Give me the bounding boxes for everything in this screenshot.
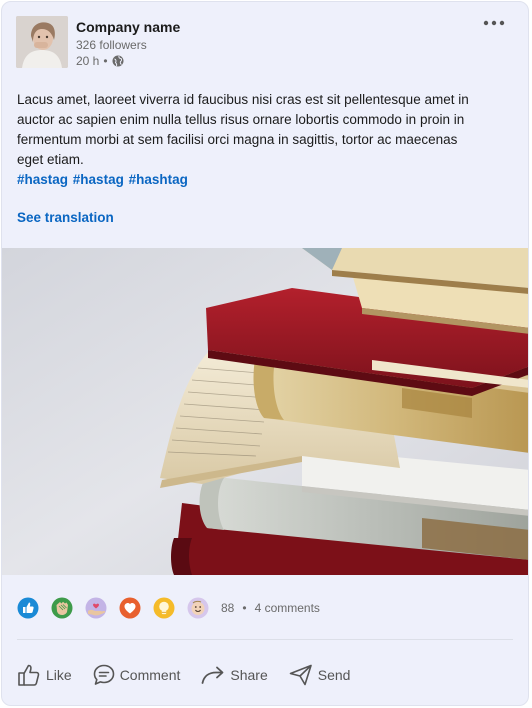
funny-icon: [187, 597, 209, 619]
like-icon: [17, 597, 39, 619]
reaction-count[interactable]: 88: [221, 601, 234, 615]
avatar-portrait-icon: [16, 16, 68, 68]
share-arrow-icon: [201, 666, 224, 684]
reactions-separator: •: [242, 601, 247, 615]
company-avatar[interactable]: [16, 16, 68, 68]
globe-icon: [112, 55, 124, 67]
hashtag-link[interactable]: #hastag: [73, 172, 124, 187]
celebrate-icon: [51, 597, 73, 619]
more-options-button[interactable]: [482, 16, 508, 32]
send-button[interactable]: Send: [288, 663, 351, 687]
reactions-summary[interactable]: 88 • 4 comments: [17, 596, 320, 620]
love-icon: [119, 597, 141, 619]
meta-separator: •: [103, 54, 108, 68]
like-button[interactable]: Like: [16, 663, 72, 687]
post-time: 20 h: [76, 54, 100, 68]
post-image[interactable]: [2, 248, 528, 575]
share-label: Share: [230, 667, 268, 683]
comment-button[interactable]: Comment: [92, 663, 181, 687]
post-body-text: Lacus amet, laoreet viverra id faucibus …: [17, 92, 469, 167]
more-horizontal-icon: [483, 20, 505, 26]
send-icon: [289, 664, 312, 686]
hashtag-link[interactable]: #hastag: [17, 172, 68, 187]
thumbs-up-icon: [18, 664, 40, 686]
share-button[interactable]: Share: [200, 663, 268, 687]
post-card: Company name 326 followers 20 h • Lacus …: [1, 1, 529, 706]
post-header: Company name 326 followers 20 h •: [16, 16, 514, 70]
hashtag-list: #hastag #hastag #hashtag: [17, 170, 189, 190]
like-label: Like: [46, 667, 72, 683]
post-actions-bar: Like Comment Share Send: [16, 660, 514, 690]
hashtag-link[interactable]: #hashtag: [129, 172, 188, 187]
books-stack-image: [2, 248, 528, 575]
send-label: Send: [317, 667, 351, 683]
company-name[interactable]: Company name: [76, 19, 180, 35]
comment-icon: [93, 664, 114, 685]
comment-label: Comment: [119, 667, 181, 683]
see-translation-link[interactable]: See translation: [17, 210, 114, 225]
comments-count[interactable]: 4 comments: [255, 601, 320, 615]
post-meta: 20 h •: [76, 54, 124, 68]
support-icon: [85, 597, 107, 619]
follower-count: 326 followers: [76, 38, 147, 52]
actions-divider: [17, 639, 513, 640]
insightful-icon: [153, 597, 175, 619]
